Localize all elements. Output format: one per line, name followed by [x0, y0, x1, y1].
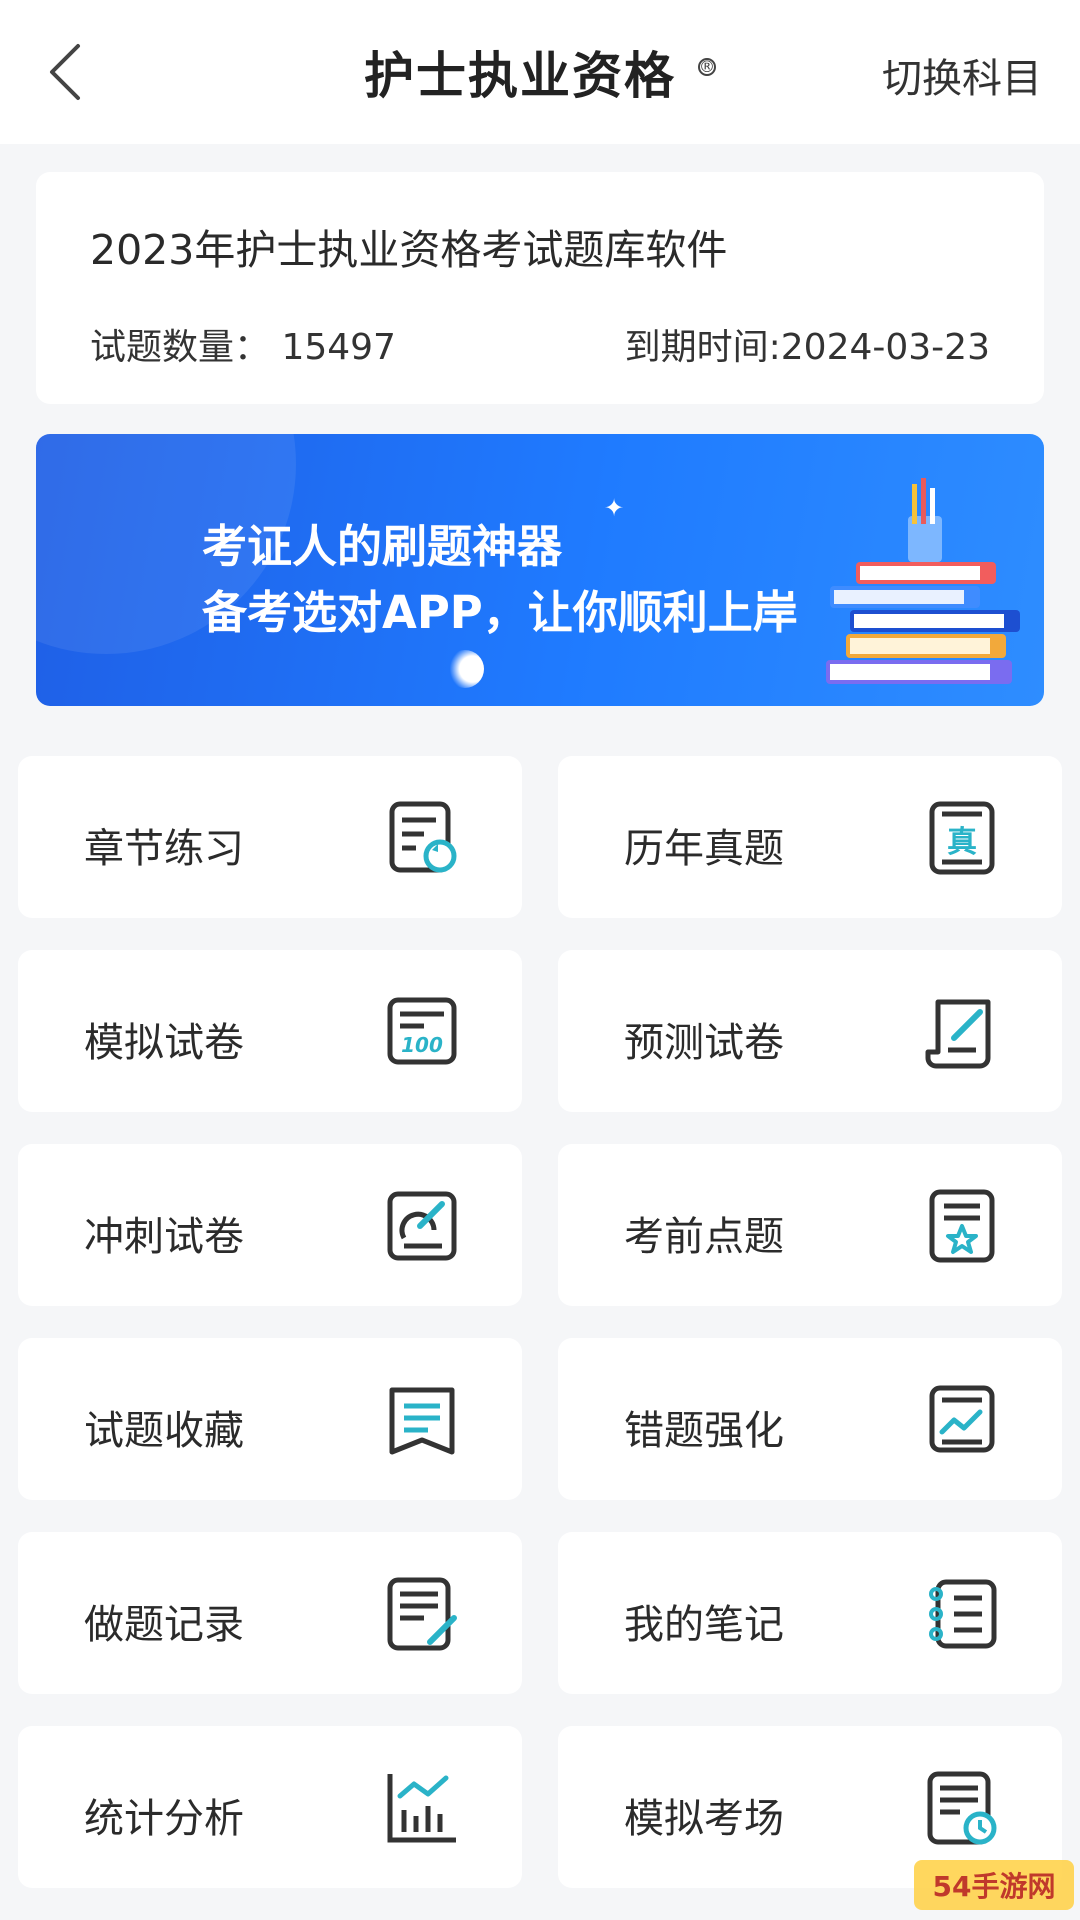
mock-exam-room-icon [927, 1771, 997, 1845]
banner-indicator [446, 650, 484, 688]
feature-tile-label: 试题收藏 [84, 1408, 244, 1454]
record-icon [387, 1577, 457, 1651]
feature-tile-label: 模拟试卷 [84, 1020, 244, 1066]
banner-headline: 考证人的刷题神器 [202, 520, 563, 573]
books-illustration-icon [826, 478, 1020, 684]
promo-banner[interactable]: 考证人的刷题神器 ✦ 备考选对APP，让你顺利上岸 [36, 434, 1044, 706]
feature-tile-notes[interactable]: 我的笔记 [558, 1532, 1062, 1694]
feature-tile-statistics[interactable]: 统计分析 [18, 1726, 522, 1888]
feature-tile-sprint-paper[interactable]: 冲刺试卷 [18, 1144, 522, 1306]
feature-tile-label: 考前点题 [624, 1214, 784, 1260]
banner-subline: 备考选对APP，让你顺利上岸 [202, 586, 798, 639]
feature-tile-chapter-practice[interactable]: 章节练习 [18, 756, 522, 918]
switch-subject-button[interactable]: 切换科目 [882, 46, 1042, 104]
feature-grid: 章节练习 历年真题 真模拟试卷 100 预测试卷冲刺试卷 考前点题试题收藏 错题强化做题记录… [18, 756, 1062, 1888]
feature-tile-favorites[interactable]: 试题收藏 [18, 1338, 522, 1500]
question-count: 试题数量： 15497 [90, 327, 396, 368]
feature-tile-label: 统计分析 [84, 1796, 244, 1842]
feature-tile-label: 错题强化 [624, 1408, 784, 1454]
favorites-icon [389, 1387, 455, 1455]
exam-software-title: 2023年护士执业资格考试题库软件 [90, 226, 728, 274]
notes-icon [929, 1579, 997, 1649]
feature-tile-label: 我的笔记 [624, 1602, 784, 1648]
feature-tile-label: 历年真题 [624, 826, 784, 872]
sparkle-icon: ✦ [604, 494, 625, 522]
watermark-text: 54手游网 [933, 1870, 1056, 1903]
site-watermark-logo: 54手游网 [914, 1860, 1074, 1910]
back-arrow-icon[interactable] [40, 40, 90, 104]
mistakes-icon [929, 1385, 995, 1453]
sprint-paper-icon [387, 1191, 457, 1261]
svg-text:真: 真 [947, 825, 977, 860]
feature-tile-label: 冲刺试卷 [84, 1214, 244, 1260]
pre-exam-tips-icon [929, 1189, 995, 1263]
past-exams-icon: 真 [929, 801, 995, 875]
feature-tile-record[interactable]: 做题记录 [18, 1532, 522, 1694]
mock-paper-icon: 100 [387, 997, 457, 1065]
forecast-paper-icon [925, 999, 991, 1069]
svg-text:100: 100 [401, 1033, 443, 1057]
header-bar: 护士执业资格 ® 切换科目 [0, 0, 1080, 144]
feature-tile-forecast-paper[interactable]: 预测试卷 [558, 950, 1062, 1112]
feature-tile-pre-exam-tips[interactable]: 考前点题 [558, 1144, 1062, 1306]
feature-tile-mock-paper[interactable]: 模拟试卷 100 [18, 950, 522, 1112]
feature-tile-label: 模拟考场 [624, 1796, 784, 1842]
registered-mark: ® [698, 57, 716, 76]
expiry-date: 到期时间:2024-03-23 [624, 327, 990, 368]
chapter-practice-icon [389, 801, 457, 873]
feature-tile-past-exams[interactable]: 历年真题 真 [558, 756, 1062, 918]
statistics-icon [387, 1774, 456, 1843]
feature-tile-label: 预测试卷 [624, 1020, 784, 1066]
feature-tile-label: 做题记录 [84, 1602, 244, 1648]
feature-tile-mistakes[interactable]: 错题强化 [558, 1338, 1062, 1500]
page-title: 护士执业资格 [364, 47, 676, 105]
exam-info-card: 2023年护士执业资格考试题库软件 试题数量： 15497 到期时间:2024-… [36, 172, 1044, 404]
feature-tile-label: 章节练习 [84, 826, 244, 872]
